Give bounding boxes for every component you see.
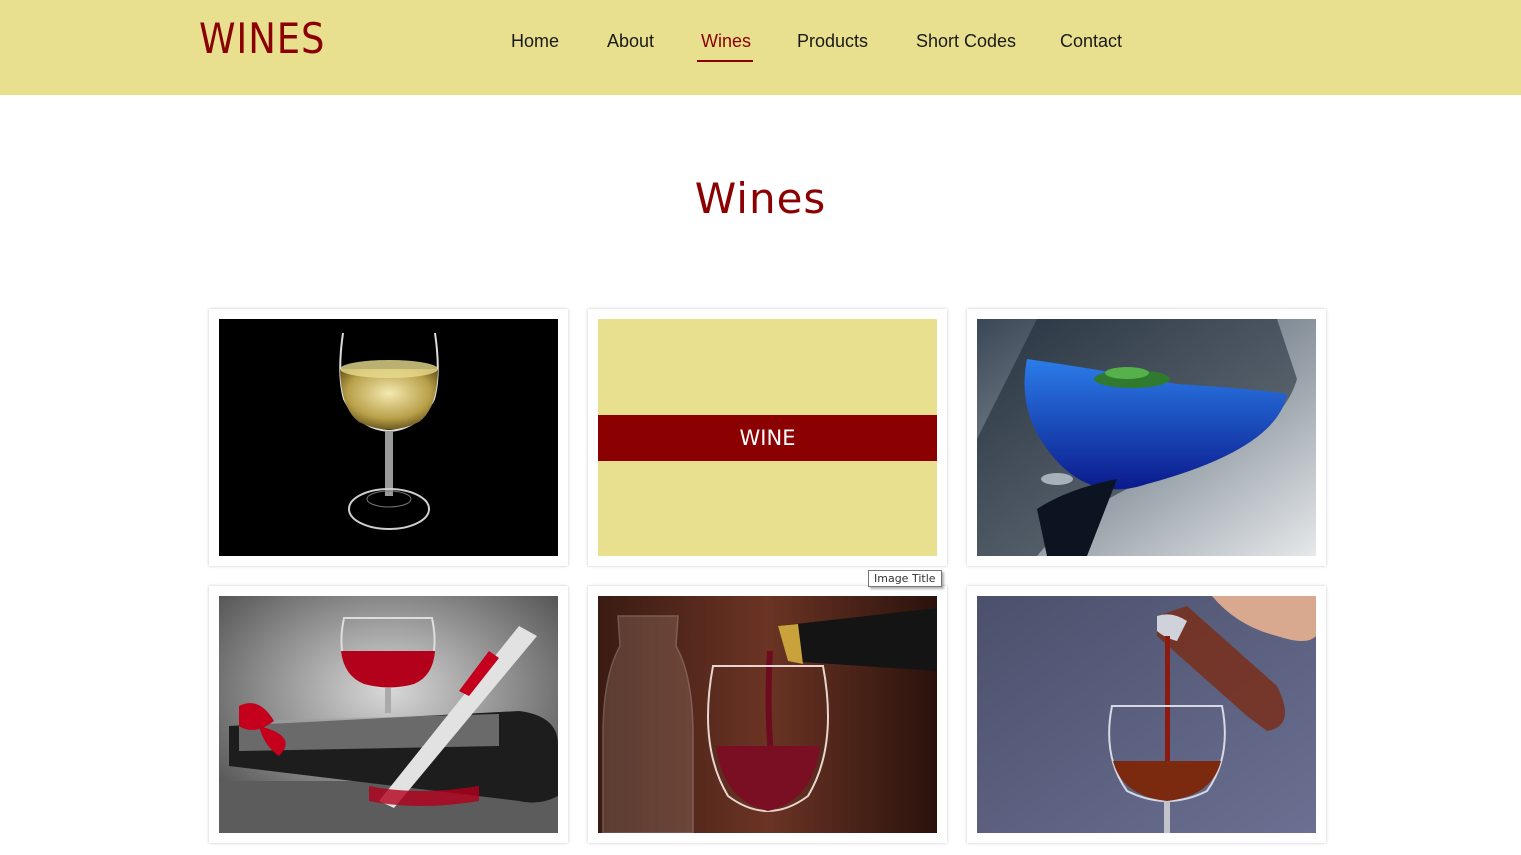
- white-wine-glass-image[interactable]: [219, 319, 558, 556]
- nav-wines[interactable]: Wines: [701, 30, 751, 52]
- gallery-item[interactable]: [209, 309, 568, 566]
- page-title: Wines: [694, 174, 827, 223]
- nav-short-codes[interactable]: Short Codes: [916, 30, 1016, 52]
- active-nav-underline: [697, 60, 753, 62]
- nav-contact[interactable]: Contact: [1060, 30, 1122, 52]
- gallery-item[interactable]: [209, 586, 568, 843]
- ocean-glass-image[interactable]: [977, 319, 1316, 556]
- site-header: WINES Home About Wines Products Short Co…: [0, 0, 1521, 95]
- hand-pouring-wine-image[interactable]: [977, 596, 1316, 833]
- gallery-item-hovered[interactable]: WINE: [588, 309, 947, 566]
- site-logo[interactable]: WINES: [199, 14, 325, 63]
- hover-caption: WINE: [598, 415, 937, 461]
- gallery-item[interactable]: [967, 309, 1326, 566]
- nav-products[interactable]: Products: [797, 30, 868, 52]
- pouring-red-wine-image[interactable]: [598, 596, 937, 833]
- image-title-tooltip: Image Title: [868, 570, 942, 587]
- nav-home[interactable]: Home: [511, 30, 559, 52]
- knife-wine-image[interactable]: [219, 596, 558, 833]
- hover-overlay[interactable]: WINE: [598, 319, 937, 556]
- gallery-item[interactable]: [588, 586, 947, 843]
- nav-about[interactable]: About: [607, 30, 654, 52]
- gallery-item[interactable]: [967, 586, 1326, 843]
